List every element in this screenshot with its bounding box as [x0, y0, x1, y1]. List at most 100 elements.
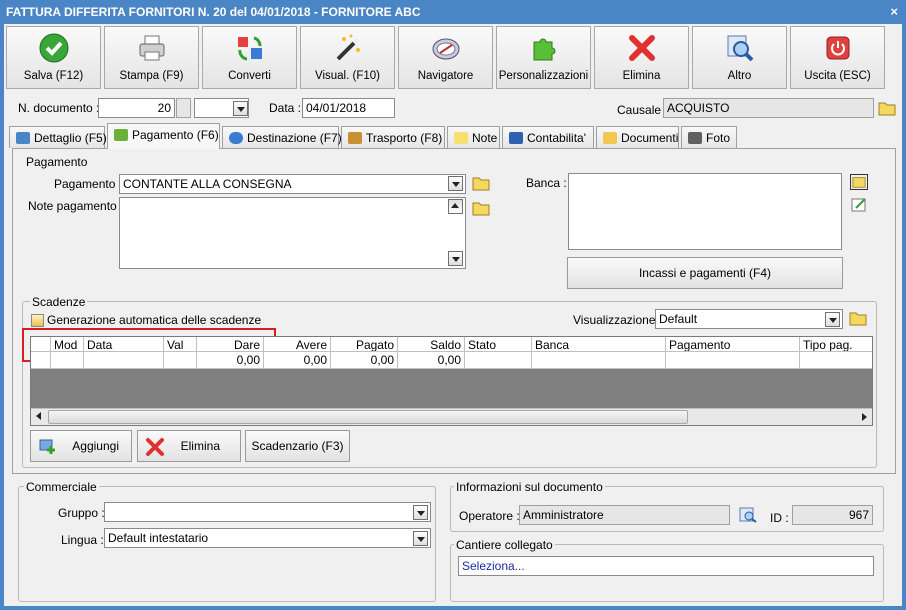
- banca-field[interactable]: [568, 173, 842, 250]
- delete-scadenza-button[interactable]: Elimina: [137, 430, 241, 462]
- more-label: Altro: [727, 70, 752, 82]
- tab-contabilita[interactable]: Contabilita': [502, 126, 594, 148]
- delete-label: Elimina: [622, 70, 661, 82]
- cantiere-field[interactable]: Seleziona...: [458, 556, 874, 576]
- banca-label: Banca :: [526, 176, 567, 190]
- print-button[interactable]: Stampa (F9): [104, 26, 199, 89]
- scroll-up-icon[interactable]: [448, 199, 463, 214]
- tab-documenti[interactable]: Documenti: [596, 126, 679, 148]
- payment-icon: [114, 129, 128, 141]
- col-stato[interactable]: Stato: [465, 337, 532, 351]
- chevron-down-icon[interactable]: [825, 312, 840, 327]
- save-button[interactable]: Salva (F12): [6, 26, 101, 89]
- col-pagato[interactable]: Pagato: [331, 337, 398, 351]
- note-icon: [454, 132, 468, 144]
- delete-x-icon: [628, 35, 655, 61]
- info-group-title: Informazioni sul documento: [454, 480, 605, 494]
- tab-pagamento[interactable]: Pagamento (F6): [107, 123, 220, 149]
- gruppo-select[interactable]: [104, 502, 431, 522]
- horizontal-scrollbar[interactable]: [31, 408, 872, 425]
- tab-destinazione[interactable]: Destinazione (F7): [222, 126, 342, 148]
- tab-foto[interactable]: Foto: [681, 126, 737, 148]
- edit-icon[interactable]: [850, 196, 868, 212]
- note-pagamento-label: Note pagamento :: [28, 199, 124, 213]
- add-row-icon: [39, 439, 55, 454]
- scroll-thumb[interactable]: [48, 410, 688, 424]
- total-cell: [666, 352, 800, 368]
- scadenzario-button[interactable]: Scadenzario (F3): [245, 430, 350, 462]
- delete-button[interactable]: Elimina: [594, 26, 689, 89]
- scadenze-group-title: Scadenze: [30, 295, 88, 309]
- col-mod[interactable]: Mod: [51, 337, 84, 351]
- lingua-select[interactable]: Default intestatario: [104, 528, 431, 548]
- magnifier-icon[interactable]: [739, 507, 757, 523]
- lingua-label: Lingua :: [61, 533, 104, 547]
- scroll-down-icon[interactable]: [448, 251, 463, 266]
- folder-icon[interactable]: [849, 310, 867, 326]
- scroll-right-icon[interactable]: [857, 409, 872, 424]
- navigator-button[interactable]: Navigatore: [398, 26, 493, 89]
- cantiere-group-title: Cantiere collegato: [454, 538, 555, 552]
- chevron-down-icon[interactable]: [413, 531, 428, 546]
- col-val[interactable]: Val: [164, 337, 197, 351]
- globe-icon: [229, 132, 243, 144]
- visualizzazione-select[interactable]: Default: [655, 309, 843, 329]
- scroll-left-icon[interactable]: [31, 409, 46, 424]
- window: FATTURA DIFFERITA FORNITORI N. 20 del 04…: [0, 0, 906, 610]
- col-avere[interactable]: Avere: [264, 337, 331, 351]
- chevron-down-icon[interactable]: [448, 176, 463, 191]
- exit-button[interactable]: Uscita (ESC): [790, 26, 885, 89]
- incassi-pagamenti-button[interactable]: Incassi e pagamenti (F4): [567, 257, 843, 289]
- close-icon[interactable]: ×: [890, 4, 898, 19]
- folder-icon: [603, 132, 617, 144]
- col-banca[interactable]: Banca: [532, 337, 666, 351]
- delete-x-icon: [146, 438, 164, 456]
- exit-label: Uscita (ESC): [804, 70, 871, 82]
- total-cell: [164, 352, 197, 368]
- visual-button[interactable]: Visual. (F10): [300, 26, 395, 89]
- add-label: Aggiungi: [72, 439, 119, 453]
- col-dare[interactable]: Dare: [197, 337, 264, 351]
- total-saldo: 0,00: [398, 352, 465, 368]
- tab-label: Foto: [706, 131, 731, 145]
- folder-icon[interactable]: [878, 100, 896, 116]
- commerciale-group-title: Commerciale: [24, 480, 99, 494]
- doc-number-label: N. documento :: [18, 101, 100, 115]
- doc-number-spin[interactable]: [176, 98, 191, 118]
- select-bank-icon[interactable]: [850, 174, 868, 190]
- convert-button[interactable]: Converti: [202, 26, 297, 89]
- tab-note[interactable]: Note: [447, 126, 500, 148]
- total-cell: [800, 352, 872, 368]
- id-label: ID :: [770, 511, 789, 525]
- pagamento-group-title: Pagamento: [24, 155, 90, 169]
- printer-icon: [139, 35, 164, 61]
- id-field: 967: [792, 505, 873, 525]
- window-title: FATTURA DIFFERITA FORNITORI N. 20 del 04…: [6, 5, 421, 19]
- customize-button[interactable]: Personalizzazioni: [496, 26, 591, 89]
- add-scadenza-button[interactable]: Aggiungi: [30, 430, 132, 462]
- folder-icon[interactable]: [472, 200, 490, 216]
- pagamento-select[interactable]: CONTANTE ALLA CONSEGNA: [119, 174, 466, 194]
- col-saldo[interactable]: Saldo: [398, 337, 465, 351]
- book-icon: [509, 132, 523, 144]
- navigator-label: Navigatore: [417, 70, 474, 82]
- tab-trasporto[interactable]: Trasporto (F8): [341, 126, 445, 148]
- date-field[interactable]: 04/01/2018: [302, 98, 395, 118]
- auto-scadenze-checkbox[interactable]: [31, 314, 44, 327]
- col-tipo-pag[interactable]: Tipo pag.: [800, 337, 872, 351]
- tab-label: Documenti: [621, 131, 679, 145]
- chevron-down-icon[interactable]: [413, 505, 428, 520]
- scadenze-table[interactable]: Mod Data Val Dare Avere Pagato Saldo Sta…: [30, 336, 873, 426]
- chevron-down-icon[interactable]: [233, 101, 248, 116]
- col-pagamento[interactable]: Pagamento: [666, 337, 800, 351]
- more-button[interactable]: Altro: [692, 26, 787, 89]
- folder-icon[interactable]: [472, 175, 490, 191]
- row-indicator: [31, 352, 51, 368]
- note-pagamento-field[interactable]: [119, 197, 466, 269]
- power-icon: [826, 36, 849, 60]
- tab-dettaglio[interactable]: Dettaglio (F5): [9, 126, 107, 148]
- title-bar: FATTURA DIFFERITA FORNITORI N. 20 del 04…: [0, 0, 906, 24]
- col-data[interactable]: Data: [84, 337, 164, 351]
- doc-number-field[interactable]: 20: [98, 98, 175, 118]
- causale-field[interactable]: ACQUISTO: [663, 98, 874, 118]
